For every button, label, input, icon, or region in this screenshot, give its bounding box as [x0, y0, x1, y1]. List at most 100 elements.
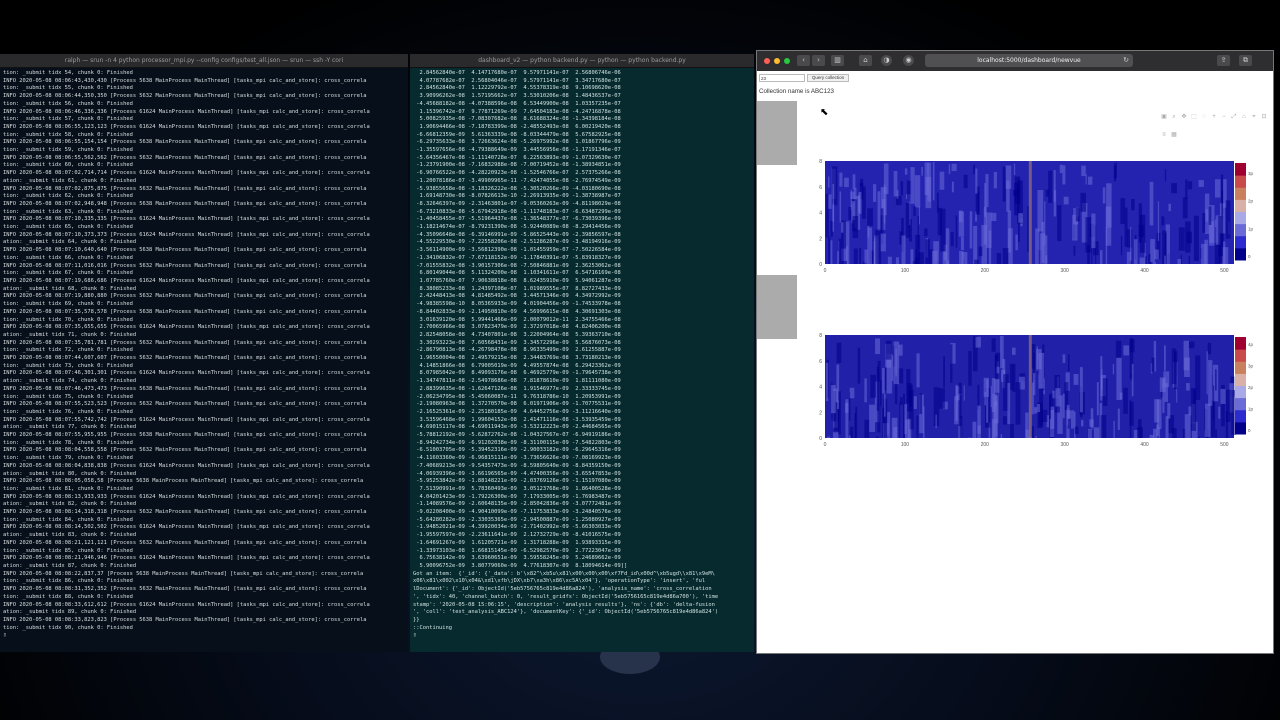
- heatmap-cell: [1129, 401, 1134, 426]
- pan-icon[interactable]: ✥: [1180, 113, 1188, 121]
- heatmap-svg[interactable]: 0 100 200 300 400 500 0 2 4 6 8 0 1p 2p 3p: [815, 151, 1274, 276]
- extension-icon[interactable]: ◉: [903, 55, 914, 66]
- heatmap-cell: [1002, 248, 1009, 264]
- terminal-line: tion: _submit tidx 90, chunk 0: Finished: [3, 624, 133, 631]
- terminal-line: tion: _submit tidx 58, chunk 0: Finished: [3, 131, 133, 138]
- heatmap-cell: [841, 260, 847, 264]
- colorbar-segment: [1235, 409, 1246, 423]
- terminal-line: ation: _submit tidx 83, chunk 0: Finishe…: [3, 532, 137, 539]
- colorbar-segment: [1235, 235, 1246, 249]
- heatmap-cell: [1139, 257, 1145, 264]
- y-tick-label: 6: [819, 185, 822, 191]
- heatmap-cell: [838, 238, 842, 264]
- heatmap-cell: [1085, 174, 1087, 185]
- heatmap-cell: [1057, 205, 1062, 242]
- heatmap-cell: [969, 211, 973, 249]
- forward-button[interactable]: ›: [812, 55, 825, 66]
- terminal-line: tion: _submit tidx 84, chunk 0: Finished: [3, 516, 133, 523]
- heatmap-cell: [1045, 189, 1049, 197]
- heatmap-cell: [884, 367, 887, 391]
- terminal-line: 1.69148730e-08 -8.07826613e-10 -2.269139…: [413, 193, 621, 200]
- y-tick-label: 6: [819, 359, 822, 365]
- tabs-overview-icon[interactable]: ⧉: [1239, 55, 1252, 66]
- terminal-line: INFO 2020-05-08 08:07:11,016,016 [Proces…: [3, 262, 367, 269]
- terminal-title[interactable]: ralph — srun -n 4 python processor_mpi.p…: [0, 54, 408, 68]
- terminal-line: 6.75638142e-09 3.63960651e-09 3.59558245…: [413, 555, 621, 562]
- terminal-output[interactable]: tion: _submit tidx 54, chunk 0: Finished…: [0, 68, 408, 652]
- heatmap-plot-2[interactable]: 0 100 200 300 400 500 0 2 4 6 8 0 1p 2p 3p 4p: [815, 325, 1274, 455]
- heatmap-cell: [1096, 382, 1099, 416]
- heatmap-cell: [1116, 357, 1122, 401]
- heatmap-cell: [857, 347, 861, 384]
- heatmap-cell: [1062, 393, 1065, 419]
- heatmap-cell: [844, 177, 849, 188]
- query-collection-button[interactable]: Query collection: [807, 74, 849, 82]
- privacy-shield-icon[interactable]: ◑: [881, 55, 892, 66]
- minimize-window-button[interactable]: [774, 58, 780, 64]
- terminal-line: -8.84402833e-09 -2.14950810e-09 4.569966…: [413, 308, 621, 315]
- heatmap-cell: [1231, 390, 1236, 436]
- terminal-line: -5.64280282e-09 -2.33035365e-09 -2.94500…: [413, 516, 621, 523]
- terminal-line: 1.96550004e-08 2.49579215e-08 2.34483769…: [413, 355, 621, 362]
- heatmap-cell: [887, 256, 892, 264]
- url-text[interactable]: localhost:5000/dashboard/newvue: [977, 57, 1080, 64]
- heatmap-cell: [896, 190, 899, 199]
- hover-compare-icon[interactable]: ≡: [1160, 131, 1168, 139]
- back-button[interactable]: ‹: [797, 55, 810, 66]
- y-tick-label: 4: [819, 211, 822, 217]
- terminal-line: -1.40458455e-07 -5.51964437e-08 -1.36548…: [413, 216, 621, 223]
- heatmap-cell: [898, 344, 903, 356]
- lasso-icon[interactable]: ◌: [1200, 113, 1208, 121]
- reset-axes-icon[interactable]: ⌂: [1240, 113, 1248, 121]
- sidebar-icon[interactable]: ▥: [831, 55, 844, 66]
- spike-lines-icon[interactable]: ⌖: [1250, 113, 1258, 121]
- terminal-line: 2.82548058e-08 4.73407801e-08 3.22004964…: [413, 331, 621, 338]
- heatmap-cell: [1075, 207, 1080, 222]
- share-icon[interactable]: ⇪: [1217, 55, 1230, 66]
- terminal-window-backend[interactable]: dashboard_v2 — python backend.py — pytho…: [410, 54, 754, 652]
- box-select-icon[interactable]: ⬚: [1190, 113, 1198, 121]
- terminal-output[interactable]: 2.84562840e-07 4.14717680e-07 9.57971141…: [410, 68, 754, 652]
- reload-icon[interactable]: ↻: [1123, 54, 1129, 67]
- heatmap-plot-1[interactable]: 0 100 200 300 400 500 0 2 4 6 8 0 1p 2p 3p: [815, 151, 1274, 281]
- share-menu-icon[interactable]: ⌂: [859, 55, 872, 66]
- browser-window[interactable]: ‹ › ▥ ⌂ ◑ ◉ localhost:5000/dashboard/new…: [756, 50, 1274, 654]
- terminal-line: -1.20078186e-07 -3.49909965e-11 -7.42474…: [413, 177, 621, 184]
- terminal-line: INFO 2020-05-08 08:07:10,373,373 [Proces…: [3, 231, 370, 238]
- terminal-line: INFO 2020-05-08 08:07:10,335,335 [Proces…: [3, 216, 370, 223]
- hover-closest-icon[interactable]: ⊡: [1260, 113, 1268, 121]
- terminal-line: INFO 2020-05-08 08:08:33,823,823 [Proces…: [3, 616, 367, 623]
- address-bar[interactable]: localhost:5000/dashboard/newvue ↻: [925, 54, 1133, 67]
- heatmap-cell: [1100, 356, 1103, 401]
- terminal-line: ::Continuing: [413, 624, 452, 631]
- collection-query-input[interactable]: [759, 74, 805, 82]
- camera-icon[interactable]: ▣: [1160, 113, 1168, 121]
- terminal-line: tion: _submit tidx 75, chunk 0: Finished: [3, 393, 133, 400]
- colorbar-segment: [1235, 397, 1246, 411]
- plotly-logo-icon[interactable]: ▦: [1170, 131, 1178, 139]
- heatmap-cell: [1206, 351, 1208, 395]
- terminal-line: -4.45688182e-08 -4.07388596e-08 6.534499…: [413, 100, 621, 107]
- heatmap-cell: [1100, 415, 1107, 438]
- zoom-out-icon[interactable]: −: [1220, 113, 1228, 121]
- heatmap-svg[interactable]: 0 100 200 300 400 500 0 2 4 6 8 0 1p 2p 3p 4p: [815, 325, 1274, 450]
- heatmap-cell: [943, 356, 945, 388]
- heatmap-cell: [850, 191, 855, 199]
- heatmap-cell: [1067, 418, 1072, 429]
- close-window-button[interactable]: [764, 58, 770, 64]
- terminal-line: tion: _submit tidx 62, chunk 0: Finished: [3, 193, 133, 200]
- terminal-window-processor[interactable]: ralph — srun -n 4 python processor_mpi.p…: [0, 54, 408, 652]
- heatmap-cell: [828, 194, 832, 209]
- heatmap-cell: [923, 406, 925, 438]
- y-tick-label: 2: [819, 236, 822, 242]
- heatmap-cell: [836, 342, 842, 363]
- heatmap-cell: [921, 166, 923, 176]
- zoom-in-icon[interactable]: +: [1210, 113, 1218, 121]
- colorbar-tick-label: 1p: [1248, 226, 1254, 231]
- terminal-title[interactable]: dashboard_v2 — python backend.py — pytho…: [410, 54, 754, 68]
- zoom-icon[interactable]: ⌕: [1170, 113, 1178, 121]
- terminal-line: tion: _submit tidx 65, chunk 0: Finished: [3, 224, 133, 231]
- fullscreen-window-button[interactable]: [784, 58, 790, 64]
- terminal-line: -6.66812359e-09 5.61363339e-08 -8.033444…: [413, 131, 621, 138]
- autoscale-icon[interactable]: ⤢: [1230, 113, 1238, 121]
